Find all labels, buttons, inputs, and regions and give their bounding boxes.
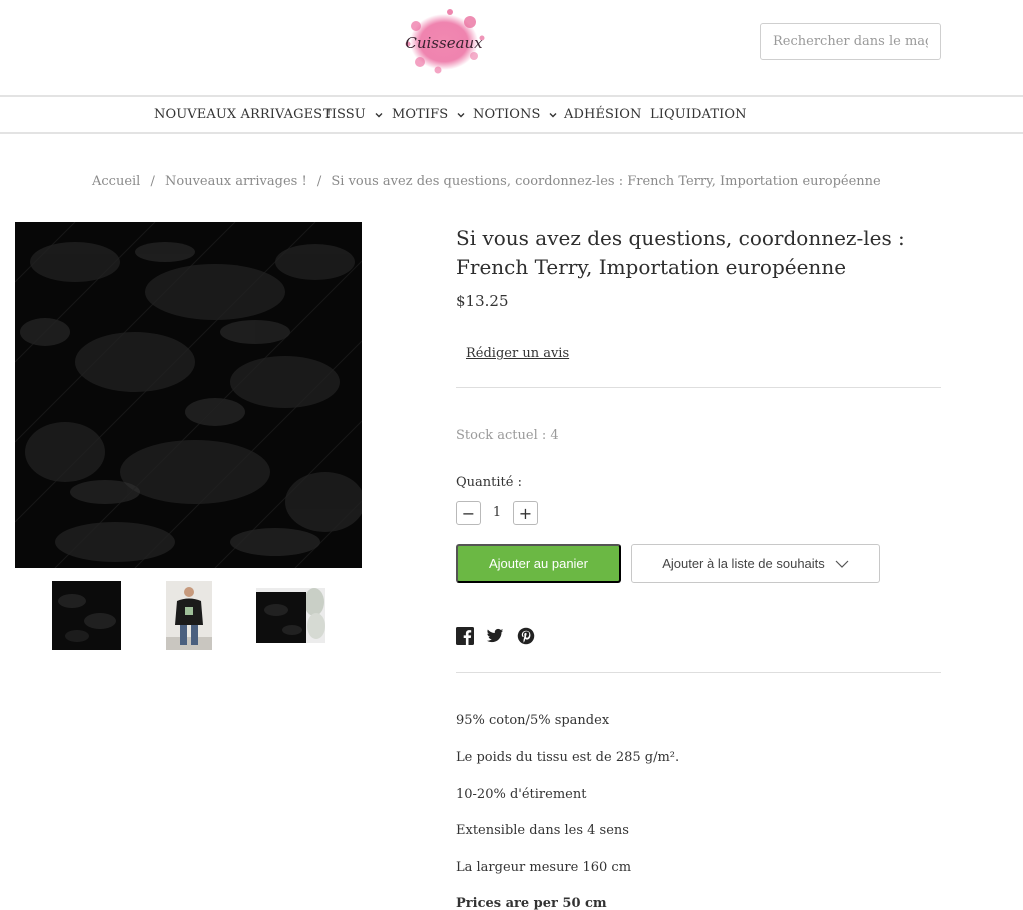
nav-item-tissu[interactable]: TISSU	[323, 107, 384, 122]
description-line: 10-20% d'étirement	[456, 787, 587, 802]
add-to-cart-label: Ajouter au panier	[488, 556, 588, 571]
product-price: $13.25	[456, 292, 509, 310]
add-to-wishlist-button[interactable]: Ajouter à la liste de souhaits	[631, 544, 880, 583]
divider	[456, 672, 941, 673]
nav-item-label: NOTIONS	[473, 107, 541, 122]
breadcrumb-home-link[interactable]: Accueil	[92, 174, 140, 189]
chevron-down-icon	[457, 112, 465, 117]
add-to-wishlist-label: Ajouter à la liste de souhaits	[662, 556, 825, 571]
quantity-increase-button[interactable]: +	[513, 501, 538, 525]
nav-item-label: ADHÉSION	[564, 107, 642, 122]
nav-item-adhesion[interactable]: ADHÉSION	[564, 107, 642, 122]
logo-image: Cuisseaux	[405, 9, 485, 74]
description-line: Le poids du tissu est de 285 g/m².	[456, 750, 680, 765]
search-box[interactable]	[760, 23, 941, 60]
thumbnail-image	[256, 588, 325, 643]
svg-text:Cuisseaux: Cuisseaux	[405, 34, 483, 52]
description-line-pricing-note: Prices are per 50 cm	[456, 896, 607, 910]
nav-item-motifs[interactable]: MOTIFS	[392, 107, 466, 122]
product-main-image[interactable]	[15, 222, 362, 568]
description-line: Extensible dans les 4 sens	[456, 823, 629, 838]
add-to-cart-button[interactable]: Ajouter au panier	[456, 544, 621, 583]
chevron-down-icon	[549, 112, 557, 117]
breadcrumb-current: Si vous avez des questions, coordonnez-l…	[331, 174, 881, 189]
quantity-input[interactable]: 1	[485, 505, 509, 520]
fabric-texture-image	[15, 222, 362, 568]
nav-item-nouveaux-arrivages[interactable]: NOUVEAUX ARRIVAGES !	[154, 107, 332, 122]
breadcrumb-separator: /	[316, 174, 322, 189]
nav-item-label: NOUVEAUX ARRIVAGES !	[154, 107, 332, 122]
quantity-decrease-button[interactable]: −	[456, 501, 481, 525]
twitter-icon[interactable]	[486, 627, 504, 645]
search-input[interactable]	[761, 24, 940, 59]
quantity-label: Quantité :	[456, 475, 522, 490]
description-line: 95% coton/5% spandex	[456, 713, 610, 728]
write-review-link[interactable]: Rédiger un avis	[466, 346, 569, 361]
divider	[456, 387, 941, 388]
product-thumbnail-model[interactable]	[166, 581, 212, 650]
thumbnail-image	[52, 581, 121, 650]
product-thumbnail-swatch[interactable]	[256, 588, 325, 643]
product-thumbnail-fabric[interactable]	[52, 581, 121, 650]
breadcrumb-category-link[interactable]: Nouveaux arrivages !	[165, 174, 307, 189]
nav-item-label: MOTIFS	[392, 107, 449, 122]
stock-level: Stock actuel : 4	[456, 428, 559, 443]
nav-item-label: LIQUIDATION	[650, 107, 747, 122]
store-logo[interactable]: Cuisseaux	[398, 4, 490, 78]
chevron-down-icon	[835, 560, 849, 568]
nav-item-notions[interactable]: NOTIONS	[473, 107, 558, 122]
breadcrumb-separator: /	[150, 174, 155, 189]
facebook-icon[interactable]	[456, 627, 474, 645]
thumbnail-image	[166, 581, 212, 650]
product-title: Si vous avez des questions, coordonnez-l…	[456, 226, 905, 279]
main-navigation: NOUVEAUX ARRIVAGES ! TISSU MOTIFS NOTION…	[0, 95, 1023, 134]
chevron-down-icon	[375, 112, 383, 117]
breadcrumb: Accueil / Nouveaux arrivages ! / Si vous…	[92, 174, 881, 189]
site-header: Cuisseaux	[0, 0, 1023, 95]
nav-item-liquidation[interactable]: LIQUIDATION	[650, 107, 747, 122]
nav-item-label: TISSU	[323, 107, 366, 122]
description-line: La largeur mesure 160 cm	[456, 860, 632, 875]
pinterest-icon[interactable]	[517, 627, 535, 645]
